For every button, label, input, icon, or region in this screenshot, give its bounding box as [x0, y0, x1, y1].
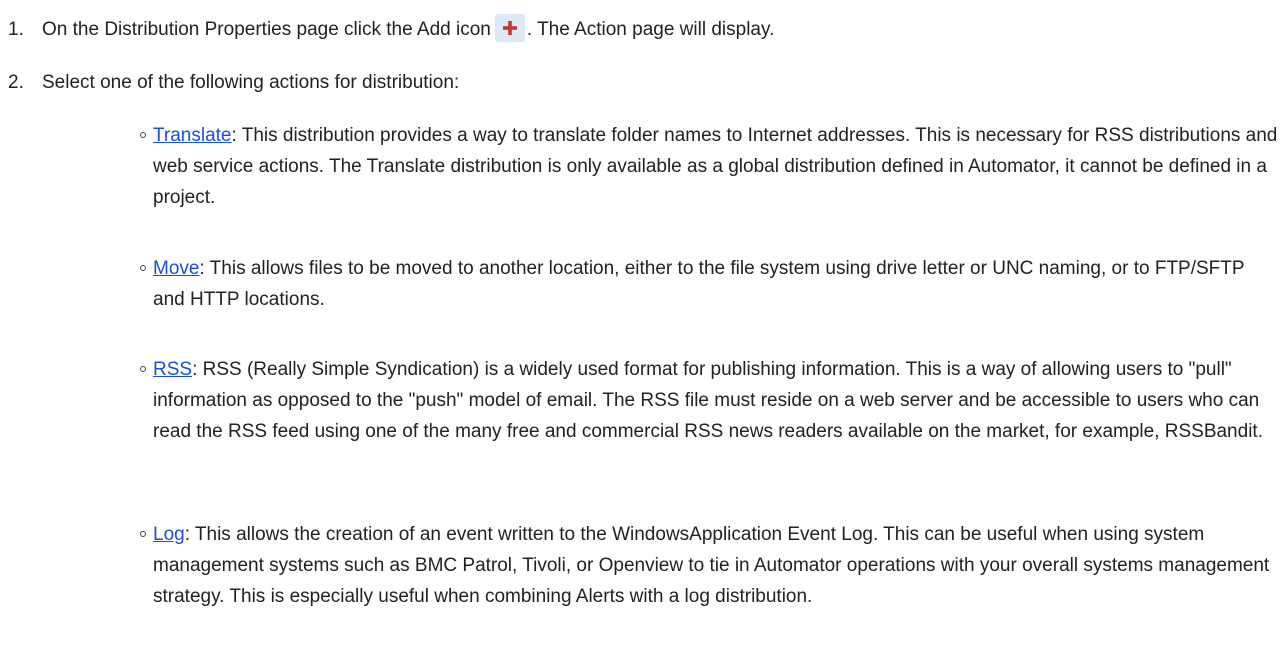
- action-text: : RSS (Really Simple Syndication) is a w…: [153, 359, 1263, 442]
- step-text: Select one of the following actions for …: [42, 72, 460, 93]
- step-number: 1.: [8, 19, 24, 40]
- bullet-icon: [140, 265, 146, 271]
- action-text: : This allows files to be moved to anoth…: [153, 258, 1245, 310]
- bullet-icon: [140, 366, 146, 372]
- rss-link[interactable]: RSS: [153, 359, 192, 380]
- action-description: Move: This allows files to be moved to a…: [153, 253, 1278, 315]
- plus-icon: [494, 14, 525, 42]
- step-text-after-icon: . The Action page will display.: [526, 19, 775, 40]
- step-text-before-icon: On the Distribution Properties page clic…: [42, 19, 491, 40]
- action-text: : This allows the creation of an event w…: [153, 524, 1270, 607]
- step-number: 2.: [8, 72, 24, 93]
- translate-link[interactable]: Translate: [153, 125, 232, 146]
- action-description: Log: This allows the creation of an even…: [153, 519, 1278, 612]
- action-description: RSS: RSS (Really Simple Syndication) is …: [153, 354, 1278, 447]
- step-text: On the Distribution Properties page clic…: [42, 14, 774, 45]
- log-link[interactable]: Log: [153, 524, 185, 545]
- bullet-icon: [140, 531, 146, 537]
- action-description: Translate: This distribution provides a …: [153, 120, 1278, 213]
- action-text: : This distribution provides a way to tr…: [153, 125, 1278, 208]
- bullet-icon: [140, 132, 146, 138]
- move-link[interactable]: Move: [153, 258, 199, 279]
